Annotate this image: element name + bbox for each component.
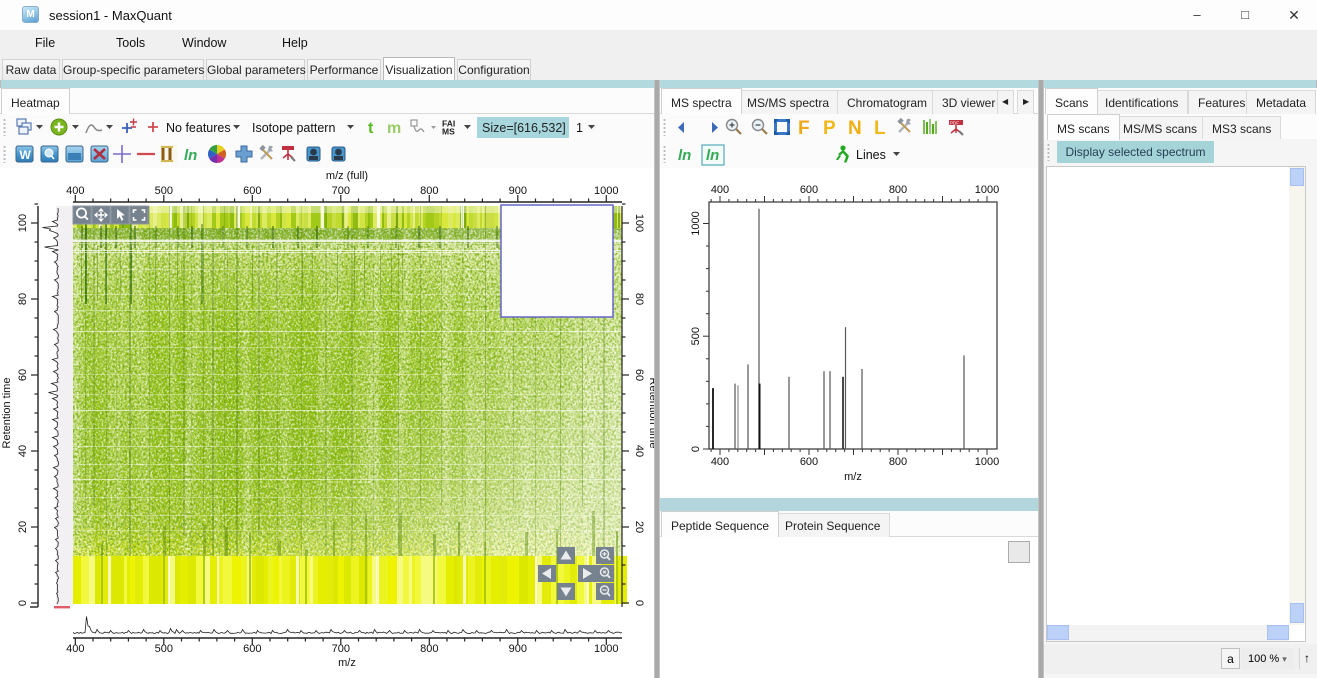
svg-text:40: 40 (17, 445, 29, 457)
svg-text:800: 800 (420, 643, 438, 655)
svg-text:1000: 1000 (690, 211, 702, 235)
svg-text:80: 80 (633, 293, 645, 305)
svg-text:700: 700 (332, 643, 350, 655)
svg-text:60: 60 (17, 369, 29, 381)
svg-text:800: 800 (889, 184, 907, 196)
svg-text:1000: 1000 (975, 456, 999, 468)
svg-text:0: 0 (17, 600, 29, 606)
svg-text:0: 0 (690, 446, 702, 452)
svg-text:P: P (823, 118, 836, 139)
svg-text:Isotope pattern: Isotope pattern (252, 121, 335, 135)
svg-text:700: 700 (332, 185, 350, 197)
svg-text:1: 1 (576, 121, 583, 135)
svg-text:0: 0 (633, 600, 645, 606)
svg-text:ln: ln (706, 147, 719, 164)
svg-text:Size=[616,532]: Size=[616,532] (482, 121, 566, 135)
svg-text:600: 600 (243, 185, 261, 197)
svg-text:No features: No features (166, 121, 231, 135)
svg-text:PDF: PDF (950, 121, 959, 126)
svg-text:400: 400 (66, 185, 84, 197)
svg-text:20: 20 (17, 521, 29, 533)
svg-text:600: 600 (243, 643, 261, 655)
svg-text:W: W (20, 148, 32, 162)
svg-text:600: 600 (800, 456, 818, 468)
svg-text:500: 500 (155, 643, 173, 655)
svg-text:400: 400 (66, 643, 84, 655)
svg-text:100: 100 (633, 214, 645, 232)
svg-text:500: 500 (690, 327, 702, 345)
svg-text:400: 400 (711, 184, 729, 196)
svg-text:600: 600 (800, 184, 818, 196)
svg-text:20: 20 (633, 521, 645, 533)
svg-text:Lines: Lines (856, 148, 886, 162)
svg-text:m: m (387, 120, 401, 137)
svg-text:400: 400 (711, 456, 729, 468)
svg-text:L: L (874, 118, 886, 139)
svg-text:MS: MS (442, 127, 455, 137)
svg-text:m/z: m/z (338, 657, 356, 669)
svg-text:900: 900 (509, 643, 527, 655)
svg-text:t: t (368, 120, 374, 137)
svg-text:900: 900 (509, 185, 527, 197)
svg-text:1000: 1000 (594, 185, 618, 197)
svg-text:ln: ln (678, 147, 691, 164)
svg-text:F: F (798, 118, 810, 139)
svg-text:m/z (full): m/z (full) (326, 170, 368, 182)
svg-text:100: 100 (17, 214, 29, 232)
svg-text:1000: 1000 (594, 643, 618, 655)
svg-text:ln: ln (184, 147, 197, 164)
svg-text:N: N (848, 118, 862, 139)
svg-text:800: 800 (889, 456, 907, 468)
svg-text:Retention time: Retention time (1, 378, 13, 449)
svg-text:1000: 1000 (975, 184, 999, 196)
svg-text:80: 80 (17, 293, 29, 305)
svg-text:60: 60 (633, 369, 645, 381)
svg-text:m/z: m/z (844, 471, 862, 483)
svg-text:500: 500 (155, 185, 173, 197)
svg-text:800: 800 (420, 185, 438, 197)
svg-text:40: 40 (633, 445, 645, 457)
